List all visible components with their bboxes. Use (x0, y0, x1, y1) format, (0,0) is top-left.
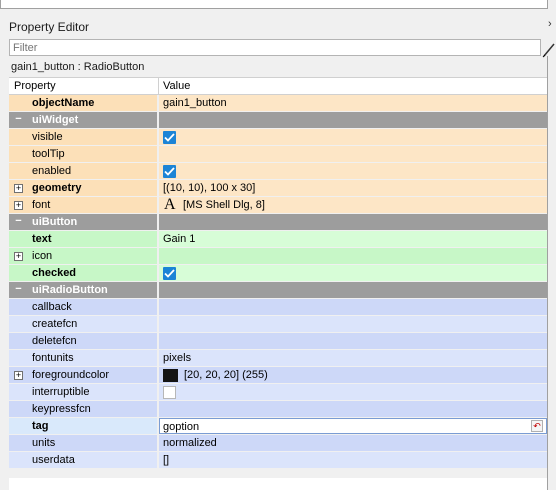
header-value: Value (163, 80, 191, 92)
header-property: Property (14, 80, 56, 92)
row-checked[interactable]: checked (9, 265, 547, 282)
row-enabled[interactable]: enabled (9, 163, 547, 180)
tag-editor[interactable]: ↶ (159, 418, 547, 434)
header-divider[interactable] (158, 78, 159, 95)
row-tag[interactable]: tag ↶ (9, 418, 547, 435)
visible-checkbox[interactable] (163, 131, 176, 144)
interruptible-checkbox[interactable] (163, 386, 176, 399)
row-tooltip[interactable]: toolTip (9, 146, 547, 163)
objectname-value[interactable]: gain1_button (163, 97, 227, 109)
row-objectname[interactable]: objectName gain1_button (9, 95, 547, 112)
reset-icon[interactable]: ↶ (531, 420, 543, 432)
row-deletefcn[interactable]: deletefcn (9, 333, 547, 350)
panel-title: Property Editor (9, 20, 90, 34)
filter-input[interactable] (9, 39, 541, 56)
collapse-arrow-icon[interactable]: › (548, 18, 552, 30)
collapse-icon[interactable]: − (14, 284, 23, 295)
row-createfcn[interactable]: createfcn (9, 316, 547, 333)
collapse-icon[interactable]: − (14, 114, 23, 125)
row-fontunits[interactable]: fontunits pixels (9, 350, 547, 367)
object-caption: gain1_button : RadioButton (11, 61, 145, 73)
row-text[interactable]: text Gain 1 (9, 231, 547, 248)
checked-checkbox[interactable] (163, 267, 176, 280)
row-font[interactable]: + font A [MS Shell Dlg, 8] (9, 196, 547, 214)
group-uiradiobutton[interactable]: − uiRadioButton (9, 282, 547, 299)
row-units[interactable]: units normalized (9, 435, 547, 452)
panel-border (547, 56, 548, 490)
group-uiwidget[interactable]: − uiWidget (9, 112, 547, 129)
property-table: objectName gain1_button − uiWidget visibl… (9, 95, 547, 469)
row-visible[interactable]: visible (9, 129, 547, 146)
expand-icon[interactable]: + (14, 201, 23, 210)
font-icon: A (164, 196, 176, 213)
expand-icon[interactable]: + (14, 252, 23, 261)
row-icon[interactable]: + icon (9, 248, 547, 265)
color-swatch[interactable] (163, 369, 178, 382)
splitter-edge[interactable] (549, 0, 556, 490)
expand-icon[interactable]: + (14, 184, 23, 193)
enabled-checkbox[interactable] (163, 165, 176, 178)
row-userdata[interactable]: userdata [] (9, 452, 547, 469)
row-geometry[interactable]: + geometry [(10, 10), 100 x 30] (9, 180, 547, 197)
collapse-icon[interactable]: − (14, 216, 23, 227)
expand-icon[interactable]: + (14, 371, 23, 380)
row-foregroundcolor[interactable]: + foregroundcolor [20, 20, 20] (255) (9, 367, 547, 384)
table-empty-area (9, 478, 547, 490)
row-interruptible[interactable]: interruptible (9, 384, 547, 401)
tag-input[interactable] (163, 420, 523, 433)
pencil-icon[interactable] (542, 40, 556, 58)
row-callback[interactable]: callback (9, 299, 547, 316)
group-uibutton[interactable]: − uiButton (9, 214, 547, 231)
upper-panel-edge (0, 0, 548, 9)
table-header: Property Value (9, 77, 547, 95)
row-keypressfcn[interactable]: keypressfcn (9, 401, 547, 418)
